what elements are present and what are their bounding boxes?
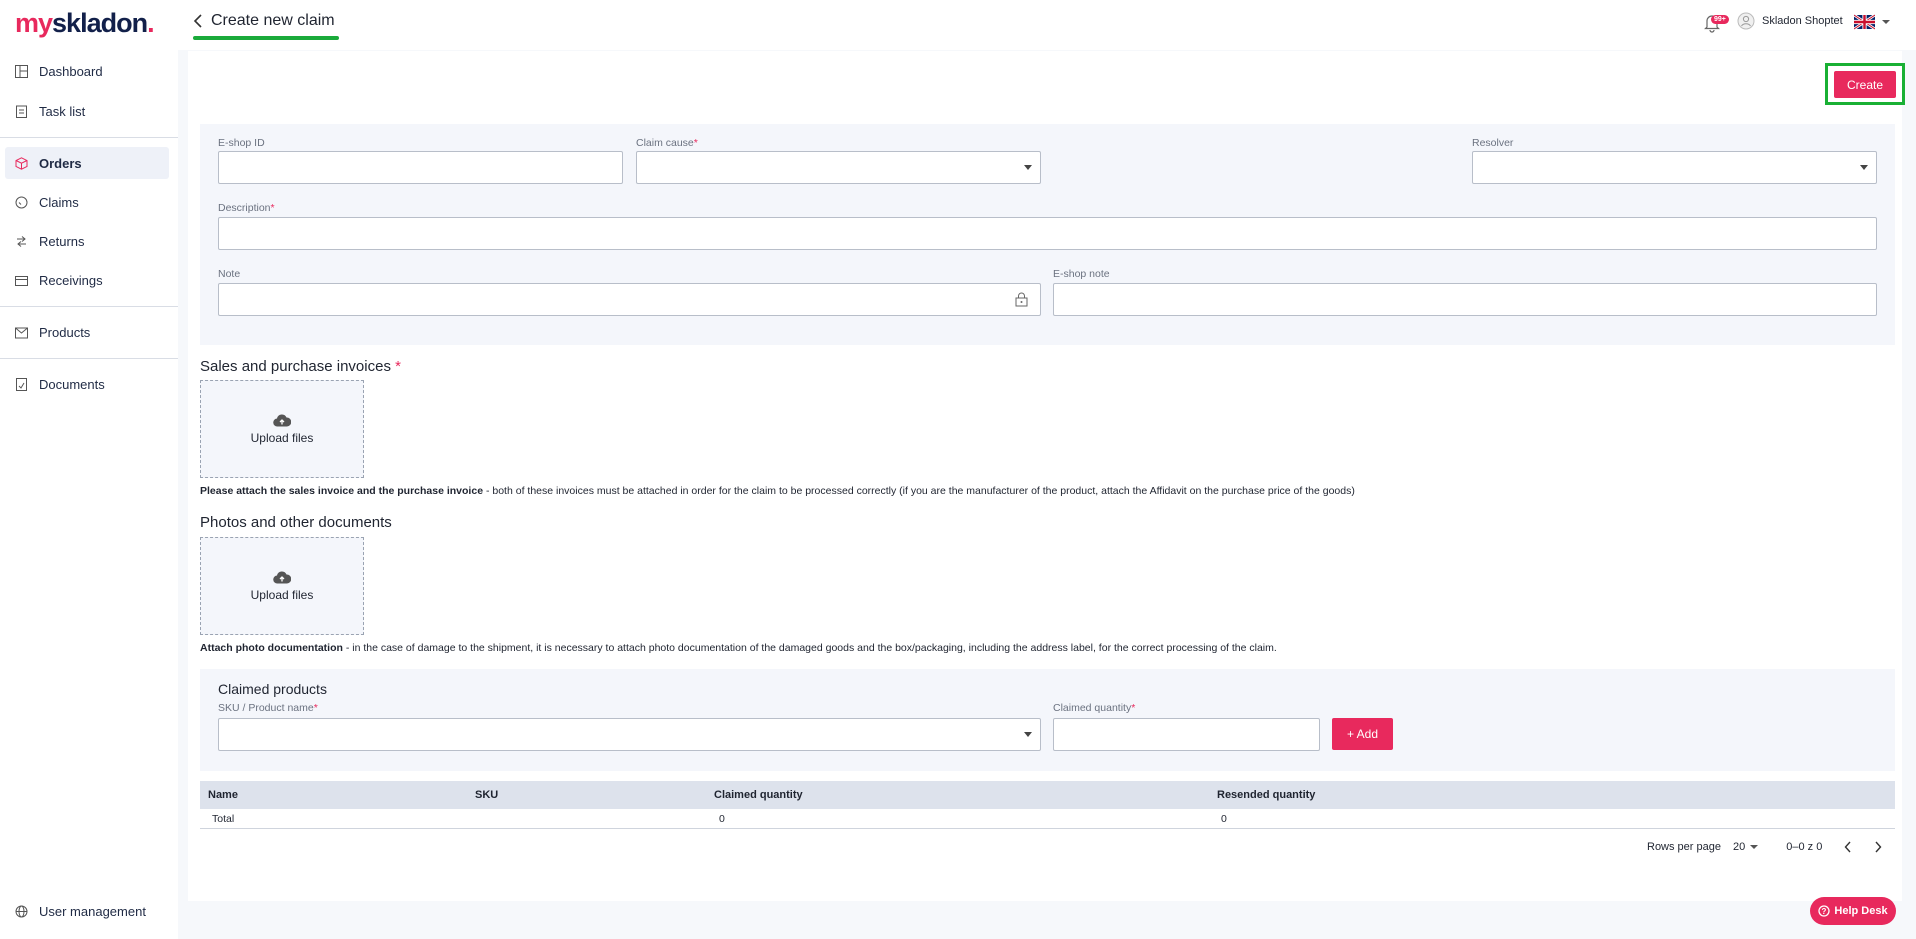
- sidebar-item-documents[interactable]: Documents: [5, 368, 169, 400]
- uk-flag-icon: [1854, 14, 1875, 30]
- sidebar-item-label: Orders: [39, 155, 82, 171]
- invoices-section-title: Sales and purchase invoices *: [200, 358, 401, 375]
- sidebar-item-label: Returns: [39, 233, 85, 249]
- chevron-down-icon: [1750, 845, 1759, 849]
- column-header-name[interactable]: Name: [208, 789, 238, 801]
- photos-upload-area[interactable]: Upload files: [200, 537, 364, 635]
- create-button[interactable]: Create: [1834, 71, 1896, 98]
- resolver-label: Resolver: [1472, 137, 1514, 149]
- notification-badge: 99+: [1711, 15, 1729, 24]
- documents-icon: [13, 376, 29, 392]
- chevron-down-icon: [1024, 165, 1032, 170]
- eshop-id-label: E-shop ID: [218, 137, 265, 149]
- claimed-products-title: Claimed products: [218, 681, 327, 697]
- upload-label: Upload files: [250, 430, 314, 445]
- total-claimed-value: 0: [719, 813, 725, 825]
- language-selector[interactable]: [1854, 14, 1890, 30]
- returns-icon: [13, 233, 29, 249]
- total-label: Total: [212, 813, 235, 825]
- sidebar: myskladon. Dashboard Task list Orders Cl…: [0, 0, 178, 939]
- user-name: Skladon Shoptet: [1762, 15, 1843, 27]
- sidebar-item-returns[interactable]: Returns: [5, 225, 169, 257]
- next-page-icon[interactable]: [1874, 841, 1882, 853]
- sidebar-item-user-management[interactable]: User management: [5, 895, 169, 927]
- page-range: 0–0 z 0: [1786, 841, 1823, 853]
- notifications-button[interactable]: 99+: [1703, 13, 1729, 38]
- claims-table-header: Name SKU Claimed quantity Resended quant…: [200, 781, 1895, 809]
- products-icon: [13, 324, 29, 340]
- sku-label: SKU / Product name*: [218, 702, 318, 714]
- help-desk-label: Help Desk: [1834, 905, 1888, 917]
- eshop-id-input[interactable]: [218, 151, 623, 184]
- add-product-button[interactable]: + Add: [1332, 718, 1393, 750]
- sidebar-item-label: Receivings: [39, 272, 103, 288]
- sidebar-item-orders[interactable]: Orders: [5, 147, 169, 179]
- help-desk-button[interactable]: ? Help Desk: [1810, 897, 1896, 925]
- total-resended-value: 0: [1221, 813, 1227, 825]
- note-label: Note: [218, 268, 241, 280]
- prev-page-icon[interactable]: [1844, 841, 1852, 853]
- tasklist-icon: [13, 103, 29, 119]
- claims-icon: [13, 194, 29, 210]
- cloud-upload-icon: [273, 570, 291, 584]
- column-header-claimed-quantity[interactable]: Claimed quantity: [714, 789, 803, 801]
- photos-section-title: Photos and other documents: [200, 514, 392, 531]
- description-label: Description*: [218, 202, 275, 214]
- claimed-quantity-input[interactable]: [1053, 718, 1320, 751]
- sidebar-item-label: Documents: [39, 376, 105, 392]
- rows-per-page-select[interactable]: 20: [1733, 841, 1759, 853]
- table-total-row: Total 0 0: [200, 809, 1895, 829]
- sidebar-item-label: Task list: [39, 103, 86, 119]
- resolver-select[interactable]: [1472, 151, 1877, 184]
- rows-per-page-label: Rows per page: [1647, 841, 1721, 853]
- description-input[interactable]: [218, 217, 1877, 250]
- receivings-icon: [13, 272, 29, 288]
- chevron-down-icon: [1882, 20, 1890, 24]
- claim-cause-select[interactable]: [636, 151, 1041, 184]
- svg-text:?: ?: [1822, 907, 1827, 916]
- user-menu[interactable]: Skladon Shoptet: [1737, 12, 1843, 30]
- invoices-hint: Please attach the sales invoice and the …: [200, 485, 1355, 497]
- brand-logo[interactable]: myskladon.: [15, 8, 155, 39]
- sidebar-item-dashboard[interactable]: Dashboard: [5, 55, 169, 87]
- sidebar-item-label: Products: [39, 324, 91, 340]
- sidebar-divider: [0, 358, 178, 359]
- sidebar-divider: [0, 137, 178, 138]
- sidebar-item-label: User management: [39, 903, 146, 919]
- pagination: Rows per page 20 0–0 z 0: [1647, 841, 1882, 853]
- column-header-sku[interactable]: SKU: [475, 789, 498, 801]
- title-highlight: [193, 36, 339, 40]
- invoices-upload-area[interactable]: Upload files: [200, 380, 364, 478]
- column-header-resended-quantity[interactable]: Resended quantity: [1217, 789, 1315, 801]
- lock-icon: [1015, 292, 1028, 312]
- page-title-bar: Create new claim: [193, 12, 335, 30]
- note-input[interactable]: [218, 283, 1041, 316]
- sidebar-item-claims[interactable]: Claims: [5, 186, 169, 218]
- claimed-quantity-label: Claimed quantity*: [1053, 702, 1136, 714]
- sidebar-item-receivings[interactable]: Receivings: [5, 264, 169, 296]
- photos-hint: Attach photo documentation - in the case…: [200, 642, 1277, 654]
- orders-icon: [13, 155, 29, 171]
- sidebar-item-products[interactable]: Products: [5, 316, 169, 348]
- chevron-down-icon: [1024, 732, 1032, 737]
- top-header: [178, 0, 1916, 50]
- eshop-note-label: E-shop note: [1053, 268, 1110, 280]
- sidebar-divider: [0, 306, 178, 307]
- sidebar-item-label: Claims: [39, 194, 79, 210]
- upload-label: Upload files: [250, 587, 314, 602]
- sidebar-item-label: Dashboard: [39, 63, 103, 79]
- sidebar-item-tasklist[interactable]: Task list: [5, 95, 169, 127]
- back-arrow-icon[interactable]: [193, 13, 203, 29]
- help-icon: ?: [1818, 905, 1831, 917]
- dashboard-icon: [13, 63, 29, 79]
- eshop-note-input[interactable]: [1053, 283, 1877, 316]
- globe-icon: [13, 903, 29, 919]
- page-title: Create new claim: [211, 12, 335, 29]
- chevron-down-icon: [1860, 165, 1868, 170]
- avatar-icon: [1737, 12, 1755, 30]
- claim-cause-label: Claim cause*: [636, 137, 698, 149]
- sku-product-select[interactable]: [218, 718, 1041, 751]
- cloud-upload-icon: [273, 413, 291, 427]
